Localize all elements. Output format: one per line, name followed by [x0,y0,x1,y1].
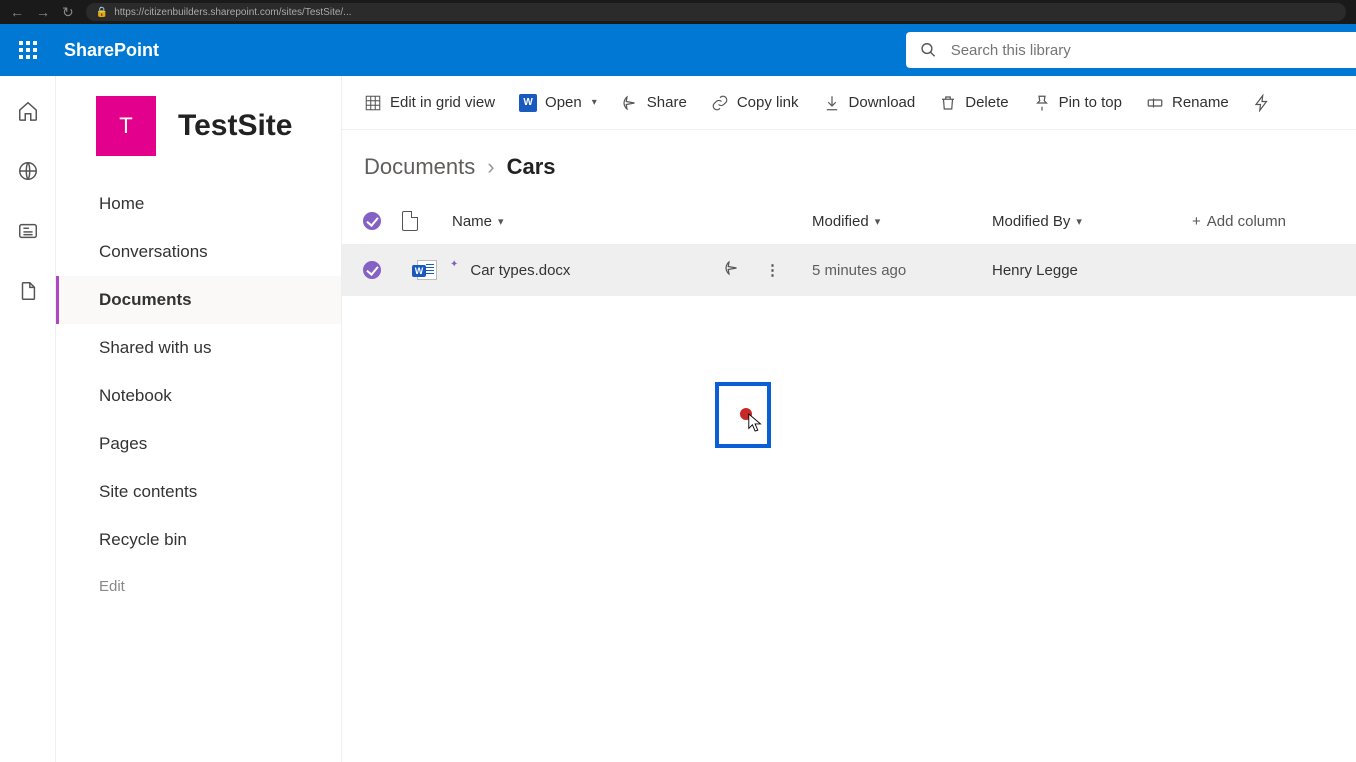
news-icon[interactable] [17,220,39,242]
add-column-label: Add column [1207,213,1286,230]
cmd-edit-grid-view[interactable]: Edit in grid view [364,94,495,112]
word-document-icon [417,260,437,280]
row-actions: ⋮ [723,259,812,281]
share-row-icon[interactable] [723,259,741,281]
site-nav: Home Conversations Documents Shared with… [56,174,341,609]
nav-item-site-contents[interactable]: Site contents [56,468,341,516]
modified-cell: 5 minutes ago [812,262,992,279]
column-headers: Name ▾ Modified ▾ Modified By ▾ + Add co… [342,198,1356,244]
cmd-download-label: Download [849,94,916,111]
grid-icon [364,94,382,112]
reload-icon[interactable]: ↻ [62,4,74,21]
modified-header[interactable]: Modified ▾ [812,213,992,230]
lock-icon: 🔒 [96,7,108,18]
cmd-copy-link[interactable]: Copy link [711,94,799,112]
site-tile[interactable]: T [96,96,156,156]
file-type-header[interactable] [402,211,452,231]
cmd-pin-to-top[interactable]: Pin to top [1033,94,1122,112]
name-header-label: Name [452,213,492,230]
pin-icon [1033,94,1051,112]
chevron-down-icon: ▾ [498,215,504,228]
brand-label[interactable]: SharePoint [64,40,159,61]
breadcrumb-current: Cars [507,154,556,180]
cmd-copy-link-label: Copy link [737,94,799,111]
suite-bar: SharePoint [0,24,1356,76]
url-text: https://citizenbuilders.sharepoint.com/s… [114,7,351,18]
nav-item-home[interactable]: Home [56,180,341,228]
modified-by-header[interactable]: Modified By ▾ [992,213,1192,230]
search-icon [920,41,937,59]
plus-icon: + [1192,213,1201,230]
cmd-edit-grid-label: Edit in grid view [390,94,495,111]
search-input[interactable] [951,42,1342,59]
nav-edit-link[interactable]: Edit [56,564,341,609]
word-icon: W [519,94,537,112]
site-name[interactable]: TestSite [178,109,292,143]
file-list: Name ▾ Modified ▾ Modified By ▾ + Add co… [342,190,1356,296]
files-icon[interactable] [17,280,39,302]
search-box[interactable] [906,32,1356,68]
main-area: Edit in grid view W Open ▾ Share Copy li… [342,76,1356,762]
rename-icon [1146,94,1164,112]
cmd-download[interactable]: Download [823,94,916,112]
cmd-share-label: Share [647,94,687,111]
modified-by-header-label: Modified By [992,213,1070,230]
checkmark-icon [363,261,381,279]
modified-by-cell: Henry Legge [992,262,1192,279]
cmd-open-label: Open [545,94,582,111]
cmd-rename[interactable]: Rename [1146,94,1229,112]
new-indicator-icon: ✦ [450,259,458,270]
share-icon [621,94,639,112]
chevron-right-icon: › [487,154,494,180]
nav-item-pages[interactable]: Pages [56,420,341,468]
file-type-cell [402,260,452,280]
cmd-pin-label: Pin to top [1059,94,1122,111]
file-name-label: Car types.docx [470,262,570,279]
breadcrumb-parent[interactable]: Documents [364,154,475,180]
cmd-rename-label: Rename [1172,94,1229,111]
global-rail [0,76,56,762]
checkmark-icon [363,212,381,230]
row-select-toggle[interactable] [342,261,402,279]
select-all-toggle[interactable] [342,212,402,230]
app-launcher-icon[interactable] [0,41,56,59]
chevron-down-icon: ▾ [592,97,597,108]
more-actions-icon[interactable]: ⋮ [765,261,782,279]
command-bar: Edit in grid view W Open ▾ Share Copy li… [342,76,1356,130]
browser-chrome: ← → ↻ 🔒 https://citizenbuilders.sharepoi… [0,0,1356,24]
globe-icon[interactable] [17,160,39,182]
forward-icon[interactable]: → [36,4,50,20]
chevron-down-icon: ▾ [875,215,881,228]
site-header: T TestSite [56,76,341,174]
nav-item-conversations[interactable]: Conversations [56,228,341,276]
home-icon[interactable] [17,100,39,122]
back-icon[interactable]: ← [10,4,24,20]
nav-item-notebook[interactable]: Notebook [56,372,341,420]
nav-item-recycle-bin[interactable]: Recycle bin [56,516,341,564]
left-nav: T TestSite Home Conversations Documents … [56,76,342,762]
cmd-open[interactable]: W Open ▾ [519,94,597,112]
download-icon [823,94,841,112]
cmd-delete[interactable]: Delete [939,94,1008,112]
link-icon [711,94,729,112]
cmd-automate[interactable] [1253,94,1271,112]
breadcrumb: Documents › Cars [342,130,1356,190]
chevron-down-icon: ▾ [1076,215,1082,228]
cmd-delete-label: Delete [965,94,1008,111]
modified-header-label: Modified [812,213,869,230]
address-bar[interactable]: 🔒 https://citizenbuilders.sharepoint.com… [86,3,1346,21]
cmd-share[interactable]: Share [621,94,687,112]
name-header[interactable]: Name ▾ [452,213,812,230]
nav-item-shared-with-us[interactable]: Shared with us [56,324,341,372]
trash-icon [939,94,957,112]
flow-icon [1253,94,1271,112]
document-icon [402,211,418,231]
nav-item-documents[interactable]: Documents [56,276,341,324]
file-name-cell[interactable]: ✦ Car types.docx ⋮ [452,259,812,281]
table-row[interactable]: ✦ Car types.docx ⋮ 5 minutes ago Henry L… [342,244,1356,296]
add-column-button[interactable]: + Add column [1192,213,1334,230]
